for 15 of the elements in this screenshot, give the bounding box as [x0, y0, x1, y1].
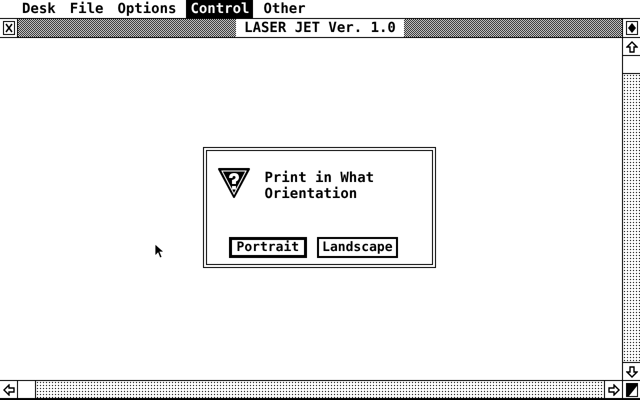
full-size-icon[interactable] [626, 21, 638, 35]
resize-icon[interactable] [626, 382, 638, 396]
scroll-down-icon[interactable] [626, 366, 638, 378]
scroll-right-icon[interactable] [608, 384, 620, 396]
dialog-message: Print in What Orientation [264, 168, 374, 202]
question-icon [216, 166, 250, 198]
window-title: LASER JET Ver. 1.0 [236, 19, 404, 37]
close-icon[interactable] [2, 21, 14, 35]
scroll-up-icon[interactable] [626, 40, 638, 52]
scroll-left-icon[interactable] [2, 384, 14, 396]
default-button[interactable]: Portrait [228, 236, 308, 258]
dialog-button[interactable]: Landscape [317, 236, 398, 258]
menu-item[interactable]: Control [186, 0, 254, 18]
title-bar[interactable]: LASER JET Ver. 1.0 [18, 19, 622, 37]
pointer-icon [154, 243, 164, 259]
